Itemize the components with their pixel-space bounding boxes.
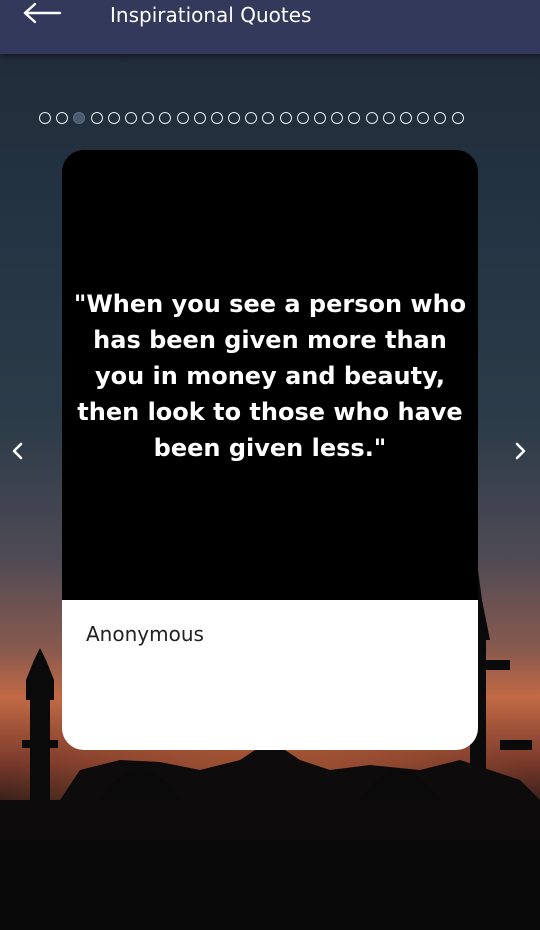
pagination-dot[interactable]	[228, 112, 241, 124]
pagination-dot[interactable]	[176, 112, 189, 124]
previous-quote-button[interactable]	[4, 434, 32, 468]
arrow-left-icon	[23, 2, 62, 24]
pagination-dot[interactable]	[107, 112, 120, 124]
pagination-dot-active[interactable]	[73, 112, 86, 124]
pagination-dot[interactable]	[331, 112, 344, 124]
pagination-dot[interactable]	[434, 112, 447, 124]
pagination-dot[interactable]	[39, 112, 51, 124]
chevron-left-icon	[12, 442, 23, 460]
pagination-dot[interactable]	[262, 112, 275, 124]
chevron-right-icon	[515, 442, 526, 460]
pagination-dot[interactable]	[417, 112, 430, 124]
pagination-dot[interactable]	[279, 112, 292, 124]
quote-text: "When you see a person who has been give…	[73, 290, 467, 462]
pagination-dot[interactable]	[365, 112, 378, 124]
next-quote-button[interactable]	[506, 434, 534, 468]
page-title: Inspirational Quotes	[110, 3, 312, 27]
pagination-dot[interactable]	[296, 112, 309, 124]
pagination-dot[interactable]	[245, 112, 258, 124]
pagination-dots	[39, 112, 509, 128]
pagination-dot[interactable]	[399, 112, 412, 124]
quote-card-bottom: Anonymous	[62, 600, 478, 750]
pagination-dot[interactable]	[382, 112, 395, 124]
pagination-dot[interactable]	[451, 112, 464, 124]
pagination-dot[interactable]	[193, 112, 206, 124]
quote-card-top: "When you see a person who has been give…	[62, 150, 478, 600]
pagination-dot[interactable]	[56, 112, 69, 124]
pagination-dot[interactable]	[348, 112, 361, 124]
pagination-dot[interactable]	[124, 112, 137, 124]
quote-card: "When you see a person who has been give…	[62, 150, 478, 750]
pagination-dot[interactable]	[159, 112, 172, 124]
back-button[interactable]	[18, 0, 68, 30]
pagination-dot[interactable]	[210, 112, 223, 124]
pagination-dot[interactable]	[314, 112, 326, 124]
quote-author: Anonymous	[86, 622, 204, 646]
pagination-dot[interactable]	[90, 112, 103, 124]
app-bar: Inspirational Quotes	[0, 0, 540, 54]
pagination-dot[interactable]	[142, 112, 155, 124]
